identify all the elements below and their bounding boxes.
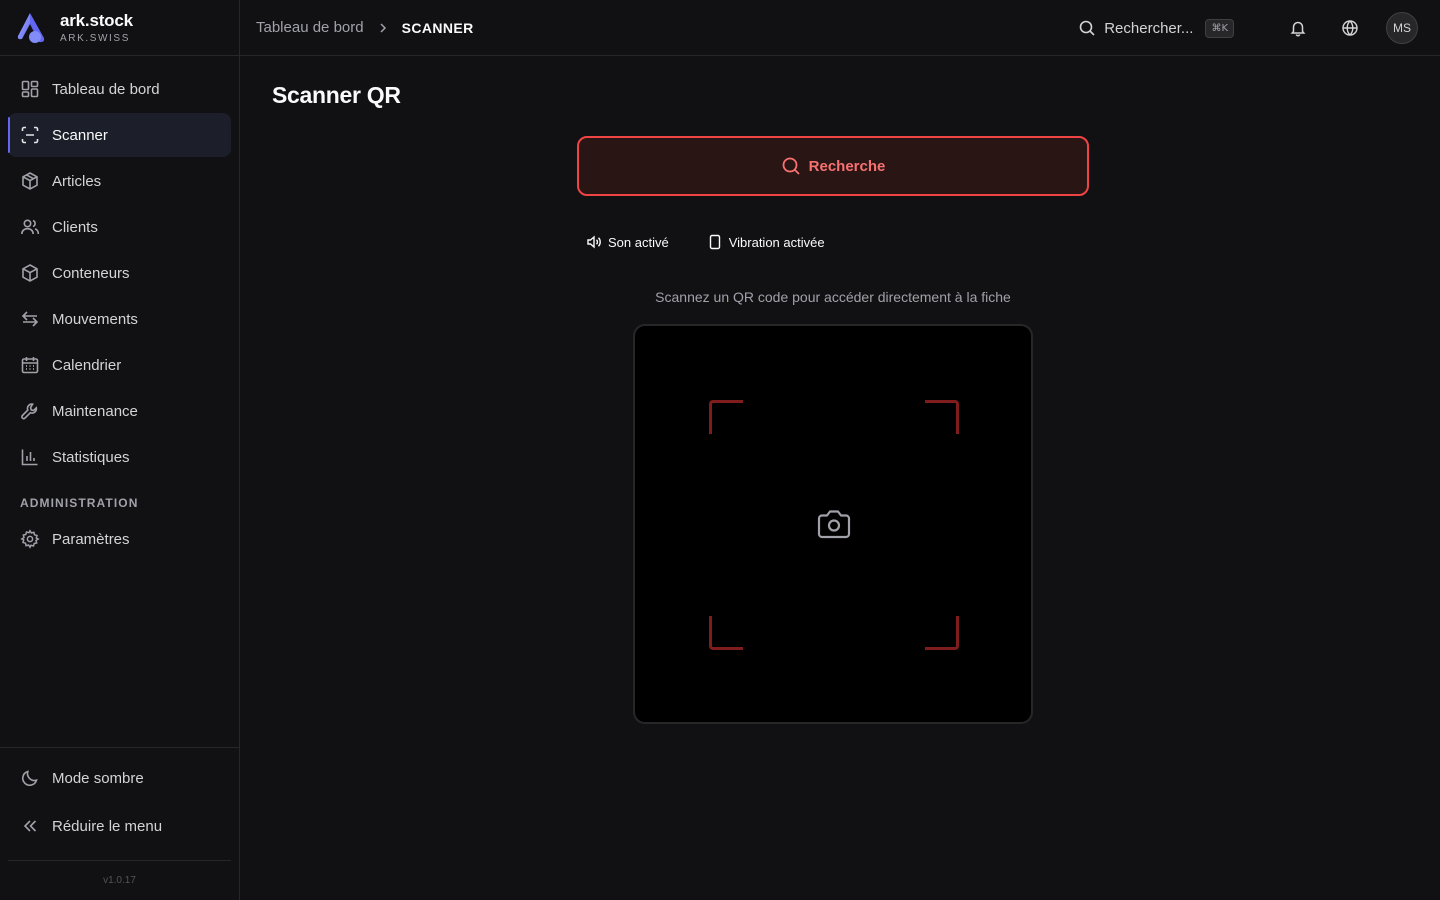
package-icon xyxy=(22,172,38,190)
sidebar-nav: Tableau de bord Scanner Articles Clients… xyxy=(8,67,231,481)
app-subtitle: ARK.SWISS xyxy=(60,33,130,44)
sidebar-item-maintenance[interactable]: Maintenance xyxy=(8,389,231,433)
sidebar-item-articles[interactable]: Articles xyxy=(8,159,231,203)
moon-icon xyxy=(22,770,38,786)
sidebar-item-label: Tableau de bord xyxy=(52,80,160,98)
scan-frame-corner xyxy=(709,616,743,650)
users-icon xyxy=(21,219,40,235)
camera-viewport[interactable] xyxy=(633,324,1033,724)
vibration-toggle[interactable]: Vibration activée xyxy=(707,234,825,250)
sidebar-item-parametres[interactable]: Paramètres xyxy=(8,517,231,561)
collapse-menu-label: Réduire le menu xyxy=(52,817,163,835)
camera-icon xyxy=(817,510,851,539)
breadcrumb: Tableau de bord SCANNER xyxy=(256,19,474,36)
sidebar-item-label: Conteneurs xyxy=(52,264,130,282)
app-logo-icon xyxy=(17,12,45,43)
volume-icon xyxy=(587,235,601,249)
page-title: Scanner QR xyxy=(272,82,401,108)
arrows-left-right-icon xyxy=(21,311,39,327)
bell-icon xyxy=(1290,21,1306,37)
wrench-icon xyxy=(21,403,38,420)
sound-toggle[interactable]: Son activé xyxy=(586,234,669,250)
scan-frame-corner xyxy=(925,616,959,650)
sidebar-item-tableau-de-bord[interactable]: Tableau de bord xyxy=(8,67,231,111)
box-icon xyxy=(22,264,38,282)
vibration-toggle-label: Vibration activée xyxy=(728,234,825,250)
globe-icon xyxy=(1342,20,1358,36)
dark-mode-label: Mode sombre xyxy=(52,769,144,787)
search-icon xyxy=(782,157,800,175)
breadcrumb-current: SCANNER xyxy=(401,19,474,36)
brand[interactable]: ark.stock ARK.SWISS xyxy=(0,0,239,56)
sidebar-item-label: Clients xyxy=(52,218,98,236)
section-label-administration: ADMINISTRATION xyxy=(20,496,139,510)
sidebar-item-clients[interactable]: Clients xyxy=(8,205,231,249)
bar-chart-icon xyxy=(21,449,38,466)
smartphone-icon xyxy=(709,234,720,250)
sidebar-item-label: Maintenance xyxy=(52,402,138,420)
sidebar-footer: Mode sombre Réduire le menu xyxy=(0,747,239,850)
sidebar-item-label: Calendrier xyxy=(52,356,122,374)
search-icon xyxy=(1079,20,1095,36)
scan-frame-corner xyxy=(925,400,959,434)
calendar-icon xyxy=(21,357,39,374)
language-button[interactable] xyxy=(1334,12,1366,44)
version-label: v1.0.17 xyxy=(103,875,136,886)
sidebar-admin-nav: Paramètres xyxy=(8,517,231,563)
breadcrumb-parent-link[interactable]: Tableau de bord xyxy=(256,19,364,36)
gear-icon xyxy=(20,529,40,549)
chevrons-left-icon xyxy=(23,820,37,832)
sidebar-item-label: Mouvements xyxy=(52,310,138,328)
app-name: ark.stock xyxy=(60,11,133,30)
layout-grid-icon xyxy=(21,80,39,98)
chevron-right-icon xyxy=(380,22,386,33)
scan-icon xyxy=(21,126,39,144)
sidebar-item-label: Paramètres xyxy=(52,530,130,548)
version-footer: v1.0.17 xyxy=(8,860,231,900)
scanner-options: Son activé Vibration activée xyxy=(586,232,825,252)
dark-mode-toggle[interactable]: Mode sombre xyxy=(0,754,239,802)
global-search-button[interactable]: Rechercher... ⌘K xyxy=(1078,18,1234,38)
sidebar-item-label: Articles xyxy=(52,172,102,190)
sidebar-item-label: Statistiques xyxy=(52,448,130,466)
notifications-button[interactable] xyxy=(1282,12,1314,44)
search-shortcut-badge: ⌘K xyxy=(1205,18,1234,38)
collapse-menu-button[interactable]: Réduire le menu xyxy=(0,802,239,850)
sound-toggle-label: Son activé xyxy=(608,234,669,250)
topbar: Tableau de bord SCANNER Rechercher... ⌘K… xyxy=(240,0,1440,56)
sidebar-item-conteneurs[interactable]: Conteneurs xyxy=(8,251,231,295)
sidebar: ark.stock ARK.SWISS Tableau de bord Scan… xyxy=(0,0,240,900)
global-search-label: Rechercher... xyxy=(1104,19,1194,37)
avatar[interactable]: MS xyxy=(1386,12,1418,44)
sidebar-item-label: Scanner xyxy=(52,126,108,144)
recherche-button-label: Recherche xyxy=(808,157,886,175)
scan-frame-corner xyxy=(709,400,743,434)
sidebar-item-scanner[interactable]: Scanner xyxy=(8,113,231,157)
top-actions: Rechercher... ⌘K MS xyxy=(1078,12,1418,44)
sidebar-item-calendrier[interactable]: Calendrier xyxy=(8,343,231,387)
scanner-hint: Scannez un QR code pour accéder directem… xyxy=(655,289,1011,305)
recherche-button[interactable]: Recherche xyxy=(577,136,1089,196)
sidebar-item-mouvements[interactable]: Mouvements xyxy=(8,297,231,341)
sidebar-item-statistiques[interactable]: Statistiques xyxy=(8,435,231,479)
